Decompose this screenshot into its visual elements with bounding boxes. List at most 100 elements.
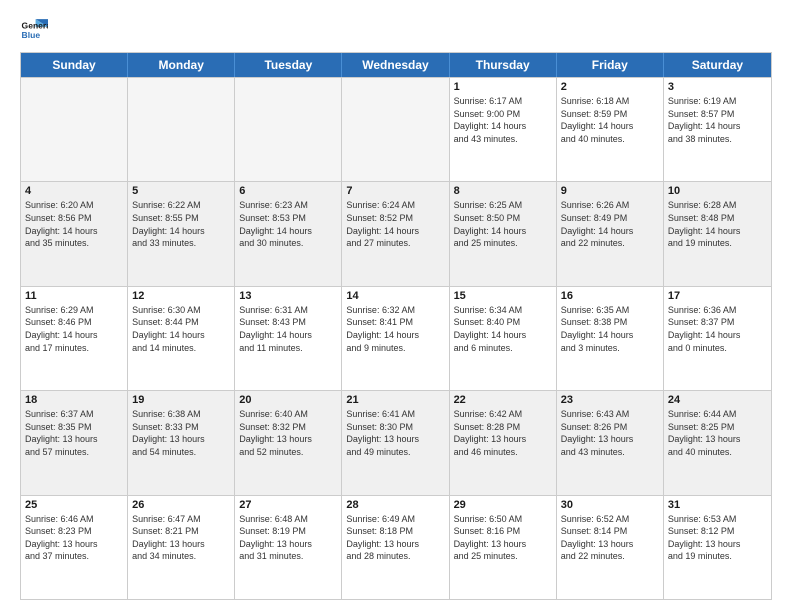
day-info: Sunrise: 6:29 AM Sunset: 8:46 PM Dayligh… — [25, 304, 123, 354]
day-info: Sunrise: 6:52 AM Sunset: 8:14 PM Dayligh… — [561, 513, 659, 563]
day-info: Sunrise: 6:28 AM Sunset: 8:48 PM Dayligh… — [668, 199, 767, 249]
calendar-cell-4-4: 29 Sunrise: 6:50 AM Sunset: 8:16 PM Dayli… — [450, 496, 557, 599]
calendar-cell-4-5: 30 Sunrise: 6:52 AM Sunset: 8:14 PM Dayli… — [557, 496, 664, 599]
day-number: 14 — [346, 290, 444, 302]
day-info: Sunrise: 6:32 AM Sunset: 8:41 PM Dayligh… — [346, 304, 444, 354]
calendar-cell-2-6: 17Sunrise: 6:36 AM Sunset: 8:37 PM Dayli… — [664, 287, 771, 390]
day-number: 15 — [454, 290, 552, 302]
calendar-header: SundayMondayTuesdayWednesdayThursdayFrid… — [21, 53, 771, 77]
header-day-wednesday: Wednesday — [342, 53, 449, 77]
header-day-monday: Monday — [128, 53, 235, 77]
day-number: 17 — [668, 290, 767, 302]
calendar-cell-4-3: 28 Sunrise: 6:49 AM Sunset: 8:18 PM Dayli… — [342, 496, 449, 599]
calendar-cell-3-2: 20 Sunrise: 6:40 AM Sunset: 8:32 PM Dayli… — [235, 391, 342, 494]
header-day-tuesday: Tuesday — [235, 53, 342, 77]
day-number: 13 — [239, 290, 337, 302]
day-info: Sunrise: 6:49 AM Sunset: 8:18 PM Dayligh… — [346, 513, 444, 563]
day-info: Sunrise: 6:35 AM Sunset: 8:38 PM Dayligh… — [561, 304, 659, 354]
day-info: Sunrise: 6:34 AM Sunset: 8:40 PM Dayligh… — [454, 304, 552, 354]
calendar-cell-3-4: 22 Sunrise: 6:42 AM Sunset: 8:28 PM Dayli… — [450, 391, 557, 494]
calendar-cell-1-0: 4 Sunrise: 6:20 AM Sunset: 8:56 PM Daylig… — [21, 182, 128, 285]
page: General Blue SundayMondayTuesdayWednesda… — [0, 0, 792, 612]
calendar-cell-1-5: 9 Sunrise: 6:26 AM Sunset: 8:49 PM Daylig… — [557, 182, 664, 285]
day-info: Sunrise: 6:25 AM Sunset: 8:50 PM Dayligh… — [454, 199, 552, 249]
day-info: Sunrise: 6:42 AM Sunset: 8:28 PM Dayligh… — [454, 408, 552, 458]
calendar-cell-3-3: 21 Sunrise: 6:41 AM Sunset: 8:30 PM Dayli… — [342, 391, 449, 494]
calendar-row-1: 4 Sunrise: 6:20 AM Sunset: 8:56 PM Daylig… — [21, 181, 771, 285]
day-info: Sunrise: 6:53 AM Sunset: 8:12 PM Dayligh… — [668, 513, 767, 563]
day-info: Sunrise: 6:48 AM Sunset: 8:19 PM Dayligh… — [239, 513, 337, 563]
day-info: Sunrise: 6:19 AM Sunset: 8:57 PM Dayligh… — [668, 95, 767, 145]
day-number: 18 — [25, 394, 123, 406]
day-number: 29 — [454, 499, 552, 511]
calendar-cell-2-2: 13 Sunrise: 6:31 AM Sunset: 8:43 PM Dayli… — [235, 287, 342, 390]
day-number: 12 — [132, 290, 230, 302]
day-number: 26 — [132, 499, 230, 511]
calendar-cell-0-4: 1Sunrise: 6:17 AM Sunset: 9:00 PM Daylig… — [450, 78, 557, 181]
day-number: 21 — [346, 394, 444, 406]
calendar-cell-2-0: 11 Sunrise: 6:29 AM Sunset: 8:46 PM Dayli… — [21, 287, 128, 390]
day-info: Sunrise: 6:23 AM Sunset: 8:53 PM Dayligh… — [239, 199, 337, 249]
day-number: 5 — [132, 185, 230, 197]
calendar-cell-3-0: 18 Sunrise: 6:37 AM Sunset: 8:35 PM Dayli… — [21, 391, 128, 494]
calendar-cell-1-4: 8 Sunrise: 6:25 AM Sunset: 8:50 PM Daylig… — [450, 182, 557, 285]
calendar-row-0: 1Sunrise: 6:17 AM Sunset: 9:00 PM Daylig… — [21, 77, 771, 181]
calendar-cell-1-2: 6 Sunrise: 6:23 AM Sunset: 8:53 PM Daylig… — [235, 182, 342, 285]
day-info: Sunrise: 6:41 AM Sunset: 8:30 PM Dayligh… — [346, 408, 444, 458]
calendar-cell-2-1: 12 Sunrise: 6:30 AM Sunset: 8:44 PM Dayli… — [128, 287, 235, 390]
logo-icon: General Blue — [20, 16, 48, 44]
svg-text:Blue: Blue — [22, 30, 41, 40]
day-number: 20 — [239, 394, 337, 406]
day-info: Sunrise: 6:37 AM Sunset: 8:35 PM Dayligh… — [25, 408, 123, 458]
calendar-cell-3-5: 23 Sunrise: 6:43 AM Sunset: 8:26 PM Dayli… — [557, 391, 664, 494]
calendar-cell-1-1: 5 Sunrise: 6:22 AM Sunset: 8:55 PM Daylig… — [128, 182, 235, 285]
calendar-cell-0-0 — [21, 78, 128, 181]
calendar-cell-0-1 — [128, 78, 235, 181]
calendar: SundayMondayTuesdayWednesdayThursdayFrid… — [20, 52, 772, 600]
day-info: Sunrise: 6:31 AM Sunset: 8:43 PM Dayligh… — [239, 304, 337, 354]
day-info: Sunrise: 6:24 AM Sunset: 8:52 PM Dayligh… — [346, 199, 444, 249]
day-number: 24 — [668, 394, 767, 406]
calendar-row-4: 25 Sunrise: 6:46 AM Sunset: 8:23 PM Dayli… — [21, 495, 771, 599]
calendar-cell-2-3: 14 Sunrise: 6:32 AM Sunset: 8:41 PM Dayli… — [342, 287, 449, 390]
day-number: 27 — [239, 499, 337, 511]
day-info: Sunrise: 6:22 AM Sunset: 8:55 PM Dayligh… — [132, 199, 230, 249]
calendar-cell-0-6: 3 Sunrise: 6:19 AM Sunset: 8:57 PM Daylig… — [664, 78, 771, 181]
day-number: 28 — [346, 499, 444, 511]
day-number: 19 — [132, 394, 230, 406]
day-number: 2 — [561, 81, 659, 93]
calendar-row-2: 11 Sunrise: 6:29 AM Sunset: 8:46 PM Dayli… — [21, 286, 771, 390]
calendar-row-3: 18 Sunrise: 6:37 AM Sunset: 8:35 PM Dayli… — [21, 390, 771, 494]
day-info: Sunrise: 6:50 AM Sunset: 8:16 PM Dayligh… — [454, 513, 552, 563]
header: General Blue — [20, 16, 772, 44]
day-number: 10 — [668, 185, 767, 197]
header-day-thursday: Thursday — [450, 53, 557, 77]
calendar-body: 1Sunrise: 6:17 AM Sunset: 9:00 PM Daylig… — [21, 77, 771, 599]
day-number: 11 — [25, 290, 123, 302]
day-number: 6 — [239, 185, 337, 197]
day-number: 25 — [25, 499, 123, 511]
day-info: Sunrise: 6:46 AM Sunset: 8:23 PM Dayligh… — [25, 513, 123, 563]
day-number: 3 — [668, 81, 767, 93]
calendar-cell-2-5: 16Sunrise: 6:35 AM Sunset: 8:38 PM Dayli… — [557, 287, 664, 390]
day-info: Sunrise: 6:26 AM Sunset: 8:49 PM Dayligh… — [561, 199, 659, 249]
day-info: Sunrise: 6:17 AM Sunset: 9:00 PM Dayligh… — [454, 95, 552, 145]
day-info: Sunrise: 6:47 AM Sunset: 8:21 PM Dayligh… — [132, 513, 230, 563]
day-number: 9 — [561, 185, 659, 197]
day-number: 23 — [561, 394, 659, 406]
calendar-cell-4-0: 25 Sunrise: 6:46 AM Sunset: 8:23 PM Dayli… — [21, 496, 128, 599]
logo: General Blue — [20, 16, 48, 44]
day-info: Sunrise: 6:43 AM Sunset: 8:26 PM Dayligh… — [561, 408, 659, 458]
calendar-cell-0-3 — [342, 78, 449, 181]
day-info: Sunrise: 6:38 AM Sunset: 8:33 PM Dayligh… — [132, 408, 230, 458]
calendar-cell-0-2 — [235, 78, 342, 181]
day-info: Sunrise: 6:30 AM Sunset: 8:44 PM Dayligh… — [132, 304, 230, 354]
day-info: Sunrise: 6:20 AM Sunset: 8:56 PM Dayligh… — [25, 199, 123, 249]
day-number: 8 — [454, 185, 552, 197]
day-number: 4 — [25, 185, 123, 197]
day-number: 30 — [561, 499, 659, 511]
calendar-cell-1-6: 10 Sunrise: 6:28 AM Sunset: 8:48 PM Dayli… — [664, 182, 771, 285]
calendar-cell-4-1: 26 Sunrise: 6:47 AM Sunset: 8:21 PM Dayli… — [128, 496, 235, 599]
day-info: Sunrise: 6:40 AM Sunset: 8:32 PM Dayligh… — [239, 408, 337, 458]
day-number: 22 — [454, 394, 552, 406]
